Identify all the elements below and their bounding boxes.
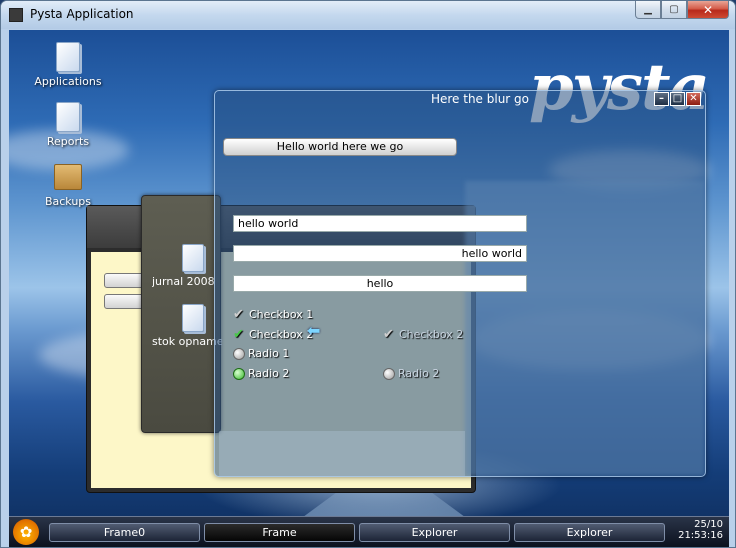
check-icon: ✔ [233, 327, 244, 342]
taskbar-button-frame[interactable]: Frame [204, 523, 355, 542]
maximize-icon: □ [672, 93, 683, 104]
file-item-label: stok opname [152, 335, 222, 348]
taskbar-button-explorer-1[interactable]: Explorer [359, 523, 510, 542]
radio-icon [383, 367, 395, 380]
radio-2-label: Radio 2 [248, 367, 290, 380]
file-item-jurnal[interactable]: jurnal 2008 [152, 244, 222, 288]
hello-world-button[interactable]: Hello world here we go [223, 138, 457, 156]
taskbar-button-frame0[interactable]: Frame0 [49, 523, 200, 542]
window-title: Pysta Application [30, 7, 134, 21]
window-titlebar[interactable]: Pysta Application ▁ ▢ ✕ [1, 1, 735, 29]
minimize-icon: ▁ [644, 4, 652, 15]
radio-2-ghost-label: Radio 2 [398, 367, 440, 380]
desktop-icon-label: Backups [44, 195, 92, 208]
folder-document-icon [56, 42, 80, 72]
checkbox-2-label: Checkbox 2 [249, 328, 314, 341]
gnome-foot-start-icon[interactable]: ✿ [13, 519, 39, 545]
clock-time: 21:53:16 [678, 530, 723, 541]
file-item-label: jurnal 2008 [152, 275, 215, 288]
checkbox-2[interactable]: ✔ Checkbox 2 [233, 327, 313, 342]
clock-date: 25/10 [694, 519, 723, 530]
radio-2[interactable]: Radio 2 [233, 367, 289, 380]
taskbar: ✿ Frame0 Frame Explorer Explorer 25/10 2… [9, 516, 729, 547]
maximize-button[interactable]: ▢ [661, 1, 687, 19]
desktop-icon-label: Applications [34, 75, 102, 88]
blur-close-button[interactable]: ✕ [686, 92, 701, 106]
blur-window[interactable]: Here the blur go – □ ✕ Hello world here … [214, 90, 706, 477]
document-icon [56, 102, 80, 132]
document-icon [182, 304, 204, 332]
files-window[interactable]: jurnal 2008 stok opname [141, 195, 222, 433]
checkbox-2-ghost: ✔ Checkbox 2 [383, 327, 463, 342]
app-icon [9, 8, 23, 22]
blur-minimize-button[interactable]: – [654, 92, 669, 106]
text-field-center[interactable]: hello [233, 275, 527, 292]
text-field-left[interactable]: hello world [233, 215, 527, 232]
close-icon: ✕ [689, 93, 698, 104]
blur-window-title: Here the blur go [430, 92, 530, 106]
checkbox-2-ghost-label: Checkbox 2 [399, 328, 464, 341]
document-icon [182, 244, 204, 272]
radio-1-label: Radio 1 [248, 347, 290, 360]
blur-panel-bottom [219, 431, 465, 476]
pointer-arrow-icon: ⬅ [307, 321, 321, 340]
desktop-icon-label: Reports [46, 135, 90, 148]
close-icon: ✕ [702, 2, 714, 17]
minimize-button[interactable]: ▁ [635, 1, 661, 19]
check-icon: ✔ [233, 307, 244, 322]
desktop-icon-applications[interactable]: Applications [33, 42, 103, 88]
checkbox-1[interactable]: ✔ Checkbox 1 [233, 307, 313, 322]
maximize-icon: ▢ [669, 4, 679, 15]
taskbar-clock[interactable]: 25/10 21:53:16 [673, 519, 723, 541]
radio-2-ghost: Radio 2 [383, 367, 439, 380]
check-icon: ✔ [383, 327, 394, 342]
desktop-icon-backups[interactable]: Backups [33, 162, 103, 208]
app-window: Pysta Application ▁ ▢ ✕ pysta Applicatio… [0, 0, 736, 548]
checkbox-1-label: Checkbox 1 [249, 308, 314, 321]
file-item-stok[interactable]: stok opname [152, 304, 222, 348]
blur-maximize-button[interactable]: □ [670, 92, 685, 106]
package-box-icon [54, 164, 82, 190]
radio-1[interactable]: Radio 1 [233, 347, 289, 360]
desktop: pysta Applications Reports Backups jurna… [9, 30, 729, 546]
taskbar-button-explorer-2[interactable]: Explorer [514, 523, 665, 542]
desktop-icon-reports[interactable]: Reports [33, 102, 103, 148]
close-button[interactable]: ✕ [687, 1, 729, 19]
radio-selected-icon [233, 367, 245, 380]
minimize-icon: – [659, 93, 664, 104]
radio-icon [233, 347, 245, 360]
text-field-right[interactable]: hello world [233, 245, 527, 262]
